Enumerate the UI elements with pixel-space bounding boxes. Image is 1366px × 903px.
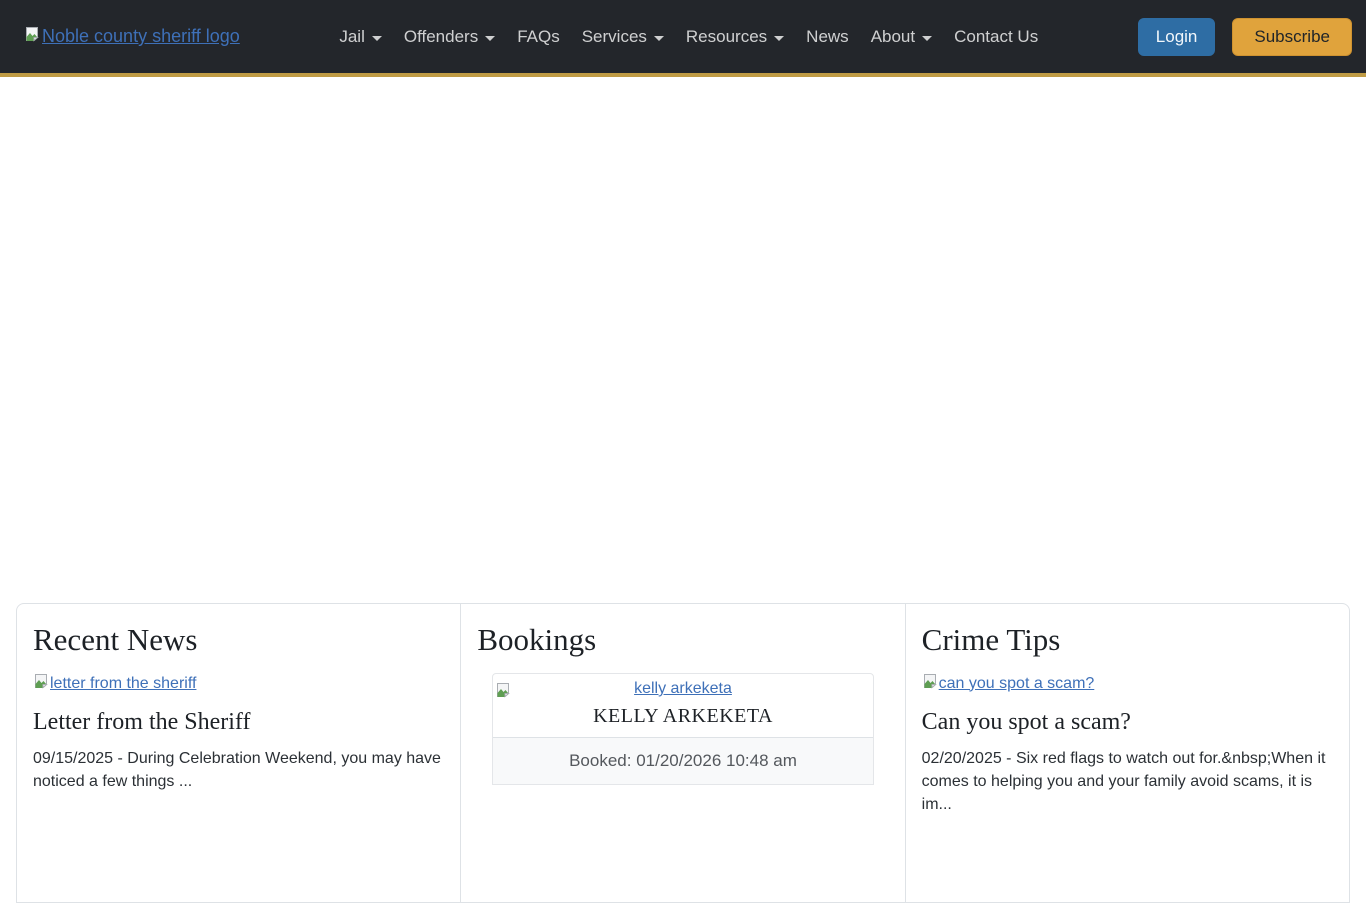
brand-alt-text: Noble county sheriff logo [42,26,240,47]
booking-image-row: kelly arkeketa [493,674,872,704]
bookings-title: Bookings [477,622,888,658]
caret-down-icon [372,36,382,41]
crime-tips-card: Crime Tips can you spot a scam? Can you … [905,604,1349,902]
nav-item-faqs[interactable]: FAQs [506,19,571,55]
broken-image-icon [922,673,938,694]
caret-down-icon [922,36,932,41]
recent-news-image-alt: letter from the sheriff [50,675,196,693]
brand-logo-link[interactable]: Noble county sheriff logo [24,26,240,47]
nav-item-resources[interactable]: Resources [675,19,795,55]
navbar-actions: Login Subscribe [1138,18,1352,56]
crime-tips-article-text: 02/20/2025 - Six red flags to watch out … [922,747,1333,817]
nav-item-news[interactable]: News [795,19,860,55]
nav-item-services[interactable]: Services [571,19,675,55]
caret-down-icon [485,36,495,41]
recent-news-title: Recent News [33,622,444,658]
crime-tips-article-title: Can you spot a scam? [922,709,1333,736]
main-nav: Jail Offenders FAQs Services Resources N… [240,19,1138,55]
nav-item-contact-us[interactable]: Contact Us [943,19,1049,55]
caret-down-icon [654,36,664,41]
bookings-card: Bookings kelly arkeketa KELLY ARKEKETA B… [460,604,904,902]
login-button[interactable]: Login [1138,18,1216,56]
nav-item-about[interactable]: About [860,19,943,55]
nav-item-jail[interactable]: Jail [328,19,393,55]
crime-tips-image-alt: can you spot a scam? [939,675,1095,693]
booking-entry-card: kelly arkeketa KELLY ARKEKETA Booked: 01… [492,673,873,785]
broken-image-icon [495,682,511,703]
booking-inmate-link[interactable]: kelly arkeketa [634,680,732,697]
home-card-group: Recent News letter from the sheriff Lett… [16,603,1350,903]
broken-image-icon [24,26,40,47]
crime-tips-title: Crime Tips [922,622,1333,658]
recent-news-image-link[interactable]: letter from the sheriff [33,673,196,694]
recent-news-article-title: Letter from the Sheriff [33,709,444,736]
subscribe-button[interactable]: Subscribe [1232,18,1352,56]
nav-item-offenders[interactable]: Offenders [393,19,506,55]
hero-empty-area [0,77,1366,603]
broken-image-icon [33,673,49,694]
caret-down-icon [774,36,784,41]
top-navbar: Noble county sheriff logo Jail Offenders… [0,0,1366,77]
booking-inmate-name: KELLY ARKEKETA [493,705,872,728]
recent-news-card: Recent News letter from the sheriff Lett… [17,604,460,902]
booking-date-footer: Booked: 01/20/2026 10:48 am [493,737,872,784]
recent-news-article-text: 09/15/2025 - During Celebration Weekend,… [33,747,444,793]
crime-tips-image-link[interactable]: can you spot a scam? [922,673,1095,694]
